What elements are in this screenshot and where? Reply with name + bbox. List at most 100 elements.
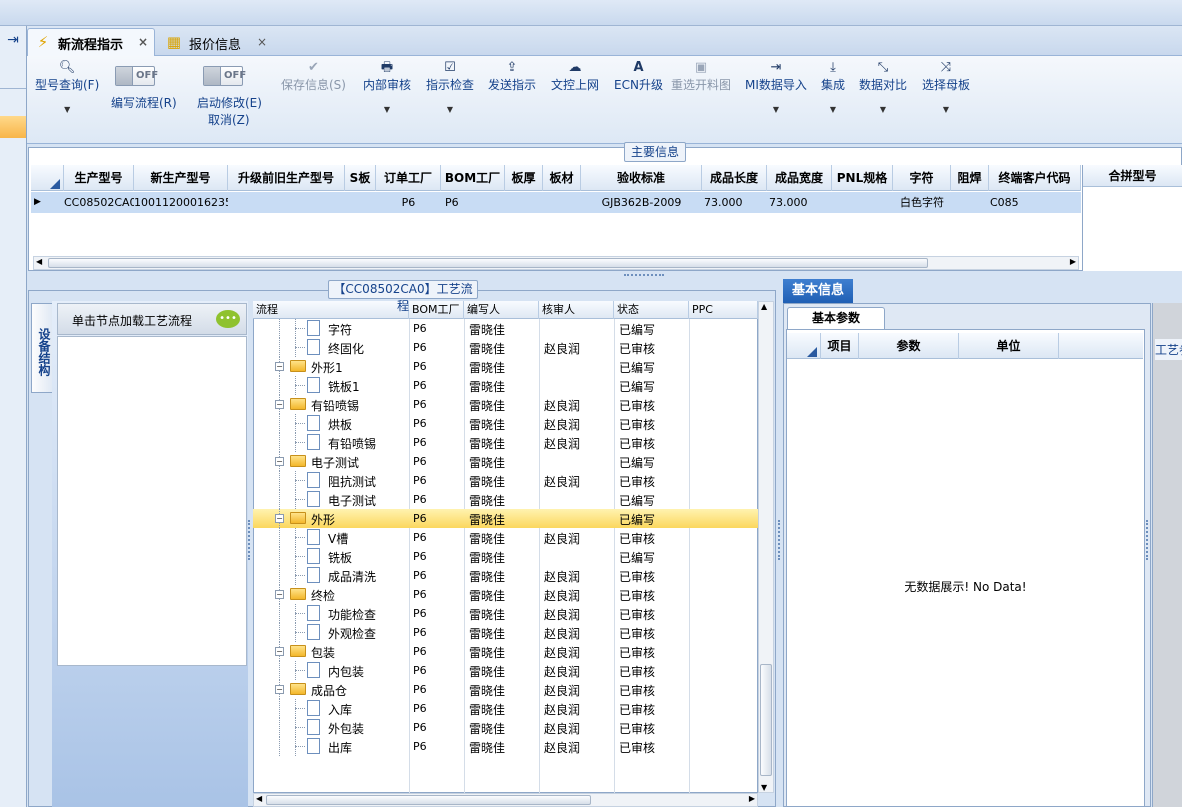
internal-review-button[interactable]: 🖶 内部审核 ▼ [363,60,411,114]
scroll-down-icon[interactable]: ▼ [761,783,767,792]
tree-row[interactable]: 终固化 P6 雷晓佳 赵良润 已审核 [253,338,758,357]
col-header[interactable]: 生产型号 [64,165,134,191]
tree-row[interactable]: 成品清洗 P6 雷晓佳 赵良润 已审核 [253,566,758,585]
col-header[interactable]: BOM工厂 [409,301,464,319]
cell-width[interactable]: 73.000 [767,192,832,213]
col-header[interactable]: S板 [345,165,376,191]
col-header[interactable]: 终端客户代码 [989,165,1081,191]
ecn-upgrade-button[interactable]: A ECN升级 [614,60,663,93]
process-tree-hscrollbar[interactable]: ◀ ▶ [253,793,758,807]
col-header[interactable]: 订单工厂 [376,165,441,191]
reselect-drawing-button[interactable]: ▣ 重选开料图 [671,60,731,93]
tab-equipment-structure[interactable]: 设备结构 [31,303,53,393]
table-row[interactable]: ▶ CC08502CA0 10011200016235 P6 P6 GJB362… [31,192,1081,213]
col-header[interactable]: PNL规格 [832,165,893,191]
process-tree-vscrollbar[interactable]: ▲ ▼ [758,301,774,793]
tree-row[interactable]: 铣板 P6 雷晓佳 已编写 [253,547,758,566]
col-header[interactable]: 参数 [859,333,959,359]
tree-row[interactable]: V槽 P6 雷晓佳 赵良润 已审核 [253,528,758,547]
tree-row[interactable]: 有铅喷锡 P6 雷晓佳 赵良润 已审核 [253,433,758,452]
col-header[interactable]: 成品宽度 [767,165,832,191]
cell-legend[interactable]: 白色字符 [893,192,951,213]
tree-row[interactable]: 入库 P6 雷晓佳 赵良润 已审核 [253,699,758,718]
scroll-thumb[interactable] [760,664,772,776]
col-header[interactable]: 新生产型号 [134,165,228,191]
cell-acceptance-standard[interactable]: GJB362B-2009 [581,192,702,213]
col-header[interactable]: 板材 [543,165,581,191]
nav-tree-box[interactable] [57,336,247,666]
collapse-toggle-icon[interactable]: − [275,647,284,656]
doc-online-button[interactable]: ☁ 文控上网 [551,60,599,93]
tree-row[interactable]: 功能检查 P6 雷晓佳 赵良润 已审核 [253,604,758,623]
scroll-right-icon[interactable]: ▶ [749,794,755,803]
instruction-check-button[interactable]: ☑ 指示检查 ▼ [426,60,474,114]
cell-length[interactable]: 73.000 [702,192,767,213]
scroll-thumb[interactable] [266,795,591,805]
col-header[interactable]: 阻焊 [951,165,989,191]
col-header[interactable]: 验收标准 [581,165,702,191]
tree-row[interactable]: 电子测试 P6 雷晓佳 已编写 [253,490,758,509]
tab-process-params[interactable]: 工艺参 [1155,339,1182,360]
horizontal-splitter[interactable] [28,272,1182,280]
col-header[interactable]: 项目 [821,333,859,359]
scroll-right-icon[interactable]: ▶ [1070,257,1076,266]
cancel-button[interactable]: 取消(Z) [208,111,250,128]
close-icon[interactable]: × [257,35,267,49]
cell-order-factory[interactable]: P6 [376,192,441,213]
main-grid-hscrollbar[interactable]: ◀ ▶ [33,256,1079,270]
start-modify-toggle[interactable]: OFF [203,66,246,86]
tree-row[interactable]: 铣板1 P6 雷晓佳 已编写 [253,376,758,395]
col-header[interactable]: 状态 [614,301,689,319]
splitter-grip[interactable] [778,520,782,560]
splitter-grip[interactable] [1146,520,1150,560]
cell-solder-mask[interactable] [951,192,989,213]
scroll-up-icon[interactable]: ▲ [761,302,767,311]
integrate-button[interactable]: ⤓ 集成 ▼ [821,60,845,114]
col-header[interactable]: 核审人 [539,301,614,319]
tab-new-flow-instruction[interactable]: ⚡ 新流程指示 × [27,28,155,56]
col-header[interactable]: 编写人 [464,301,539,319]
tree-row[interactable]: 字符 P6 雷晓佳 已编写 [253,319,758,338]
cell-new-model[interactable]: 10011200016235 [134,192,228,213]
dropdown-arrow-icon[interactable]: ▼ [363,105,411,114]
cell-old-model[interactable] [228,192,345,213]
cell-pnl-spec[interactable] [832,192,893,213]
tree-row[interactable]: 内包装 P6 雷晓佳 赵良润 已审核 [253,661,758,680]
combo-model-header[interactable]: 合拼型号 [1083,165,1182,187]
tree-row[interactable]: − 终检 P6 雷晓佳 赵良润 已审核 [253,585,758,604]
scroll-thumb[interactable] [48,258,928,268]
save-info-button[interactable]: ✔ 保存信息(S) [281,60,346,93]
tree-row[interactable]: − 电子测试 P6 雷晓佳 已编写 [253,452,758,471]
send-instruction-button[interactable]: ⇪ 发送指示 [488,60,536,93]
select-mother-board-button[interactable]: ⤨ 选择母板 ▼ [922,60,970,114]
tab-basic-info[interactable]: 基本信息 [783,279,853,303]
col-header[interactable]: 字符 [893,165,951,191]
dropdown-arrow-icon[interactable]: ▼ [426,105,474,114]
col-header[interactable]: PPC [689,301,758,319]
scroll-left-icon[interactable]: ◀ [256,794,262,803]
nav-selected-item[interactable] [0,116,26,138]
collapse-toggle-icon[interactable]: − [275,685,284,694]
cell-bom-factory[interactable]: P6 [441,192,505,213]
col-header[interactable]: 成品长度 [702,165,767,191]
expand-nav-icon[interactable]: ⇥ [2,32,24,54]
tree-row[interactable]: 外包装 P6 雷晓佳 赵良润 已审核 [253,718,758,737]
collapse-toggle-icon[interactable]: − [275,457,284,466]
dropdown-arrow-icon[interactable]: ▼ [922,105,970,114]
tree-row[interactable]: 出库 P6 雷晓佳 赵良润 已审核 [253,737,758,756]
dropdown-arrow-icon[interactable]: ▼ [35,105,99,114]
splitter-grip[interactable] [624,274,664,277]
dropdown-arrow-icon[interactable]: ▼ [821,105,845,114]
close-icon[interactable]: × [138,35,148,49]
tab-quote-info[interactable]: ▦ 报价信息 × [158,28,276,56]
tree-row[interactable]: − 外形 P6 雷晓佳 已编写 [253,509,758,528]
dropdown-arrow-icon[interactable]: ▼ [745,105,807,114]
collapse-toggle-icon[interactable]: − [275,590,284,599]
tab-basic-params[interactable]: 基本参数 [787,307,885,329]
col-header[interactable]: 单位 [959,333,1059,359]
col-header[interactable]: 升级前旧生产型号 [228,165,345,191]
tree-row[interactable]: 阻抗测试 P6 雷晓佳 赵良润 已审核 [253,471,758,490]
model-query-button[interactable]: 🔍︎ 型号查询(F) ▼ [35,60,99,114]
tree-row[interactable]: 外观检查 P6 雷晓佳 赵良润 已审核 [253,623,758,642]
col-header[interactable]: 流程 [253,301,409,319]
